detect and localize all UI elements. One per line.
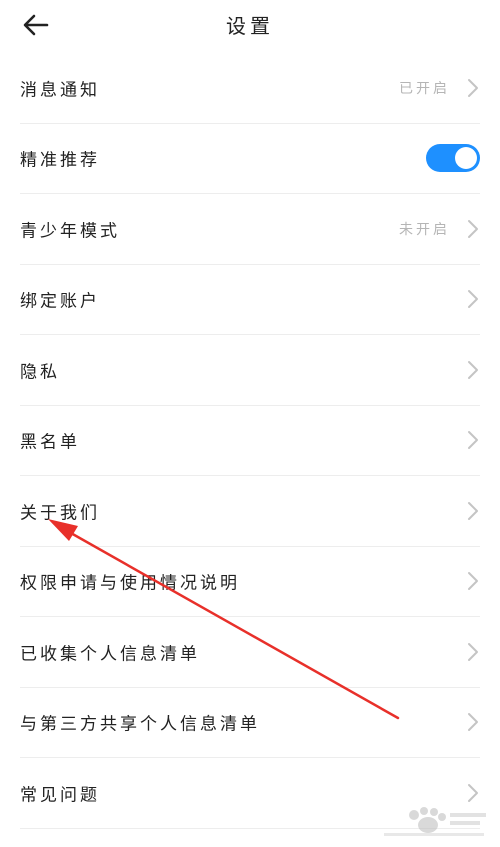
setting-label: 权限申请与使用情况说明 bbox=[20, 573, 240, 594]
chevron-right-icon bbox=[468, 713, 478, 732]
chevron-right-icon bbox=[468, 431, 478, 450]
setting-about-us[interactable]: 关于我们 bbox=[20, 476, 480, 547]
top-bar: 设置 bbox=[0, 0, 500, 50]
chevron-right-icon bbox=[468, 642, 478, 661]
page-title: 设置 bbox=[226, 14, 274, 38]
status-text: 未开启 bbox=[399, 221, 450, 238]
setting-third-party-sharing[interactable]: 与第三方共享个人信息清单 bbox=[20, 688, 480, 758]
chevron-right-icon bbox=[468, 360, 478, 379]
chevron-right-icon bbox=[468, 572, 478, 591]
setting-label: 关于我们 bbox=[20, 503, 100, 524]
chevron-right-icon bbox=[468, 78, 478, 97]
chevron-right-icon bbox=[468, 783, 478, 802]
chevron-right-icon bbox=[468, 219, 478, 238]
setting-precise-recommendation: 精准推荐 bbox=[20, 124, 480, 194]
setting-label: 黑名单 bbox=[20, 432, 80, 453]
setting-label: 已收集个人信息清单 bbox=[20, 644, 200, 665]
setting-privacy[interactable]: 隐私 bbox=[20, 335, 480, 406]
setting-youth-mode[interactable]: 青少年模式 未开启 bbox=[20, 194, 480, 265]
setting-label: 常见问题 bbox=[20, 785, 100, 806]
setting-permissions[interactable]: 权限申请与使用情况说明 bbox=[20, 547, 480, 617]
setting-blacklist[interactable]: 黑名单 bbox=[20, 406, 480, 476]
status-text: 已开启 bbox=[399, 80, 450, 97]
setting-notifications[interactable]: 消息通知 已开启 bbox=[20, 53, 480, 124]
chevron-right-icon bbox=[468, 501, 478, 520]
setting-label: 青少年模式 bbox=[20, 221, 120, 242]
chevron-right-icon bbox=[468, 290, 478, 309]
setting-label: 消息通知 bbox=[20, 80, 100, 101]
recommendation-toggle[interactable] bbox=[426, 144, 480, 173]
setting-collected-info[interactable]: 已收集个人信息清单 bbox=[20, 617, 480, 688]
setting-label: 绑定账户 bbox=[20, 291, 100, 312]
toggle-knob bbox=[455, 147, 477, 170]
setting-bind-account[interactable]: 绑定账户 bbox=[20, 265, 480, 335]
setting-label: 精准推荐 bbox=[20, 150, 100, 171]
setting-label: 隐私 bbox=[20, 362, 60, 383]
setting-label: 与第三方共享个人信息清单 bbox=[20, 714, 260, 735]
watermark-logo bbox=[384, 807, 486, 836]
settings-list: 消息通知 已开启 精准推荐 青少年模式 未开启 绑定账户 隐私 黑名单 关于我们… bbox=[0, 53, 500, 829]
